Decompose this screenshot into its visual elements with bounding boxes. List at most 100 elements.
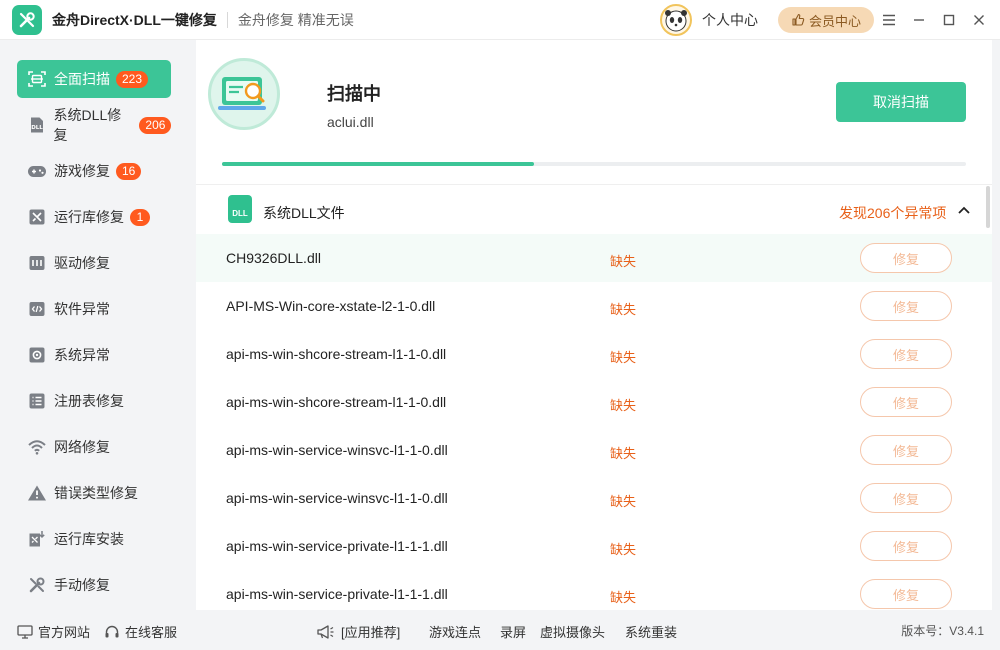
sidebar-item-runtime-install[interactable]: 运行库安装 bbox=[17, 520, 171, 558]
sidebar-item-system-dll[interactable]: DLL 系统DLL修复 206 bbox=[17, 106, 171, 144]
scan-icon bbox=[27, 69, 47, 89]
dll-name: API-MS-Win-core-xstate-l2-1-0.dll bbox=[226, 298, 436, 314]
repair-button[interactable]: 修复 bbox=[860, 531, 952, 561]
sidebar-item-system-exception[interactable]: 系统异常 bbox=[17, 336, 171, 374]
vip-center-label: 会员中心 bbox=[808, 13, 861, 29]
dll-name: api-ms-win-service-private-l1-1-1.dll bbox=[226, 538, 448, 554]
warning-icon bbox=[27, 483, 47, 503]
sidebar-item-label: 错误类型修复 bbox=[54, 485, 138, 501]
cancel-scan-button[interactable]: 取消扫描 bbox=[836, 82, 966, 122]
footer-link-screen-record[interactable]: 录屏 bbox=[500, 622, 526, 641]
sidebar-item-label: 软件异常 bbox=[54, 301, 110, 317]
sidebar-item-label: 系统DLL修复 bbox=[53, 107, 122, 143]
menu-button[interactable] bbox=[874, 0, 904, 40]
avatar[interactable] bbox=[660, 4, 692, 36]
sidebar-item-label: 注册表修复 bbox=[54, 393, 124, 409]
dll-name: api-ms-win-service-winsvc-l1-1-0.dll bbox=[226, 442, 448, 458]
repair-button[interactable]: 修复 bbox=[860, 579, 952, 609]
online-support-link[interactable]: 在线客服 bbox=[104, 622, 177, 641]
user-center-link[interactable]: 个人中心 bbox=[702, 10, 758, 30]
runtime-icon bbox=[27, 207, 47, 227]
runtime-install-icon bbox=[27, 529, 47, 549]
official-website-label: 官方网站 bbox=[38, 625, 91, 640]
sidebar-item-network-repair[interactable]: 网络修复 bbox=[17, 428, 171, 466]
repair-button[interactable]: 修复 bbox=[860, 243, 952, 273]
gamepad-icon bbox=[27, 161, 47, 181]
version-label: 版本号：V3.4.1 bbox=[901, 624, 984, 638]
count-badge: 206 bbox=[139, 116, 171, 134]
sidebar-item-manual-repair[interactable]: 手动修复 bbox=[17, 566, 171, 604]
dll-name: api-ms-win-service-private-l1-1-1.dll bbox=[226, 586, 448, 602]
menu-icon bbox=[883, 14, 895, 26]
table-row: api-ms-win-service-private-l1-1-1.dll 缺失… bbox=[196, 570, 992, 610]
close-button[interactable] bbox=[964, 0, 994, 40]
thumb-up-icon bbox=[792, 13, 805, 26]
dll-name: api-ms-win-shcore-stream-l1-1-0.dll bbox=[226, 346, 447, 362]
app-slogan: 金舟修复 精准无误 bbox=[237, 11, 354, 28]
code-icon bbox=[27, 299, 47, 319]
wrench-icon bbox=[27, 575, 47, 595]
table-row: API-MS-Win-core-xstate-l2-1-0.dll 缺失 修复 bbox=[196, 282, 992, 330]
table-row: api-ms-win-shcore-stream-l1-1-0.dll 缺失 修… bbox=[196, 378, 992, 426]
sidebar-item-game-repair[interactable]: 游戏修复 16 bbox=[17, 152, 171, 190]
scrollbar[interactable] bbox=[986, 186, 990, 228]
count-badge: 1 bbox=[130, 208, 150, 226]
close-icon bbox=[974, 15, 984, 25]
dll-status: 缺失 bbox=[610, 302, 637, 317]
section-title: 系统DLL文件 bbox=[263, 205, 345, 221]
minimize-icon bbox=[914, 19, 924, 21]
sidebar-item-label: 全面扫描 bbox=[54, 71, 110, 87]
minimize-button[interactable] bbox=[904, 0, 934, 40]
sidebar-item-software-exception[interactable]: 软件异常 bbox=[17, 290, 171, 328]
repair-button[interactable]: 修复 bbox=[860, 339, 952, 369]
scan-status-title: 扫描中 bbox=[327, 84, 381, 104]
sidebar-item-runtime-repair[interactable]: 运行库修复 1 bbox=[17, 198, 171, 236]
chevron-up-icon[interactable] bbox=[957, 203, 971, 217]
sidebar-item-label: 系统异常 bbox=[54, 347, 110, 363]
dll-status: 缺失 bbox=[610, 254, 637, 269]
sidebar-item-driver-repair[interactable]: 驱动修复 bbox=[17, 244, 171, 282]
sidebar-item-label: 手动修复 bbox=[54, 577, 110, 593]
table-row: api-ms-win-service-winsvc-l1-1-0.dll 缺失 … bbox=[196, 426, 992, 474]
maximize-button[interactable] bbox=[934, 0, 964, 40]
repair-button[interactable]: 修复 bbox=[860, 435, 952, 465]
dll-status: 缺失 bbox=[610, 590, 637, 605]
footer-link-game-clicker[interactable]: 游戏连点 bbox=[429, 622, 481, 641]
monitor-icon bbox=[17, 624, 33, 639]
list-icon bbox=[27, 391, 47, 411]
gear-icon bbox=[27, 345, 47, 365]
dll-name: api-ms-win-shcore-stream-l1-1-0.dll bbox=[226, 394, 447, 410]
dll-file-icon: DLL bbox=[228, 195, 252, 223]
count-badge: 223 bbox=[116, 70, 149, 88]
sidebar-item-label: 运行库安装 bbox=[54, 531, 124, 547]
sidebar-item-label: 运行库修复 bbox=[54, 209, 124, 225]
app-recommend-label: [应用推荐] bbox=[341, 625, 401, 640]
sidebar-item-registry-repair[interactable]: 注册表修复 bbox=[17, 382, 171, 420]
footer-link-virtual-camera[interactable]: 虚拟摄像头 bbox=[540, 622, 605, 641]
megaphone-icon bbox=[317, 624, 334, 639]
repair-button[interactable]: 修复 bbox=[860, 291, 952, 321]
dll-icon: DLL bbox=[27, 115, 47, 135]
sidebar-item-label: 游戏修复 bbox=[54, 163, 110, 179]
dll-status: 缺失 bbox=[610, 446, 637, 461]
vip-center-button[interactable]: 会员中心 bbox=[778, 7, 874, 33]
dll-status: 缺失 bbox=[610, 542, 637, 557]
main-panel: 扫描中 aclui.dll 取消扫描 DLL 系统DLL文件 发现206个异常项… bbox=[196, 40, 992, 610]
scan-progress-bar bbox=[222, 162, 966, 166]
dll-status: 缺失 bbox=[610, 398, 637, 413]
repair-button[interactable]: 修复 bbox=[860, 387, 952, 417]
found-count: 发现206个异常项 bbox=[839, 205, 947, 221]
dll-list: CH9326DLL.dll 缺失 修复 API-MS-Win-core-xsta… bbox=[196, 234, 992, 610]
footer-link-system-reinstall[interactable]: 系统重装 bbox=[625, 622, 677, 641]
dll-status: 缺失 bbox=[610, 494, 637, 509]
sidebar-item-full-scan[interactable]: 全面扫描 223 bbox=[17, 60, 171, 98]
count-badge: 16 bbox=[116, 162, 142, 180]
app-logo-icon bbox=[12, 4, 42, 35]
official-website-link[interactable]: 官方网站 bbox=[17, 622, 90, 641]
scanning-illustration-icon bbox=[208, 58, 280, 130]
scan-progress-fill bbox=[222, 162, 535, 166]
table-row: api-ms-win-service-private-l1-1-1.dll 缺失… bbox=[196, 522, 992, 570]
dll-section-header[interactable]: DLL 系统DLL文件 发现206个异常项 bbox=[196, 184, 992, 234]
sidebar-item-error-type-repair[interactable]: 错误类型修复 bbox=[17, 474, 171, 512]
repair-button[interactable]: 修复 bbox=[860, 483, 952, 513]
